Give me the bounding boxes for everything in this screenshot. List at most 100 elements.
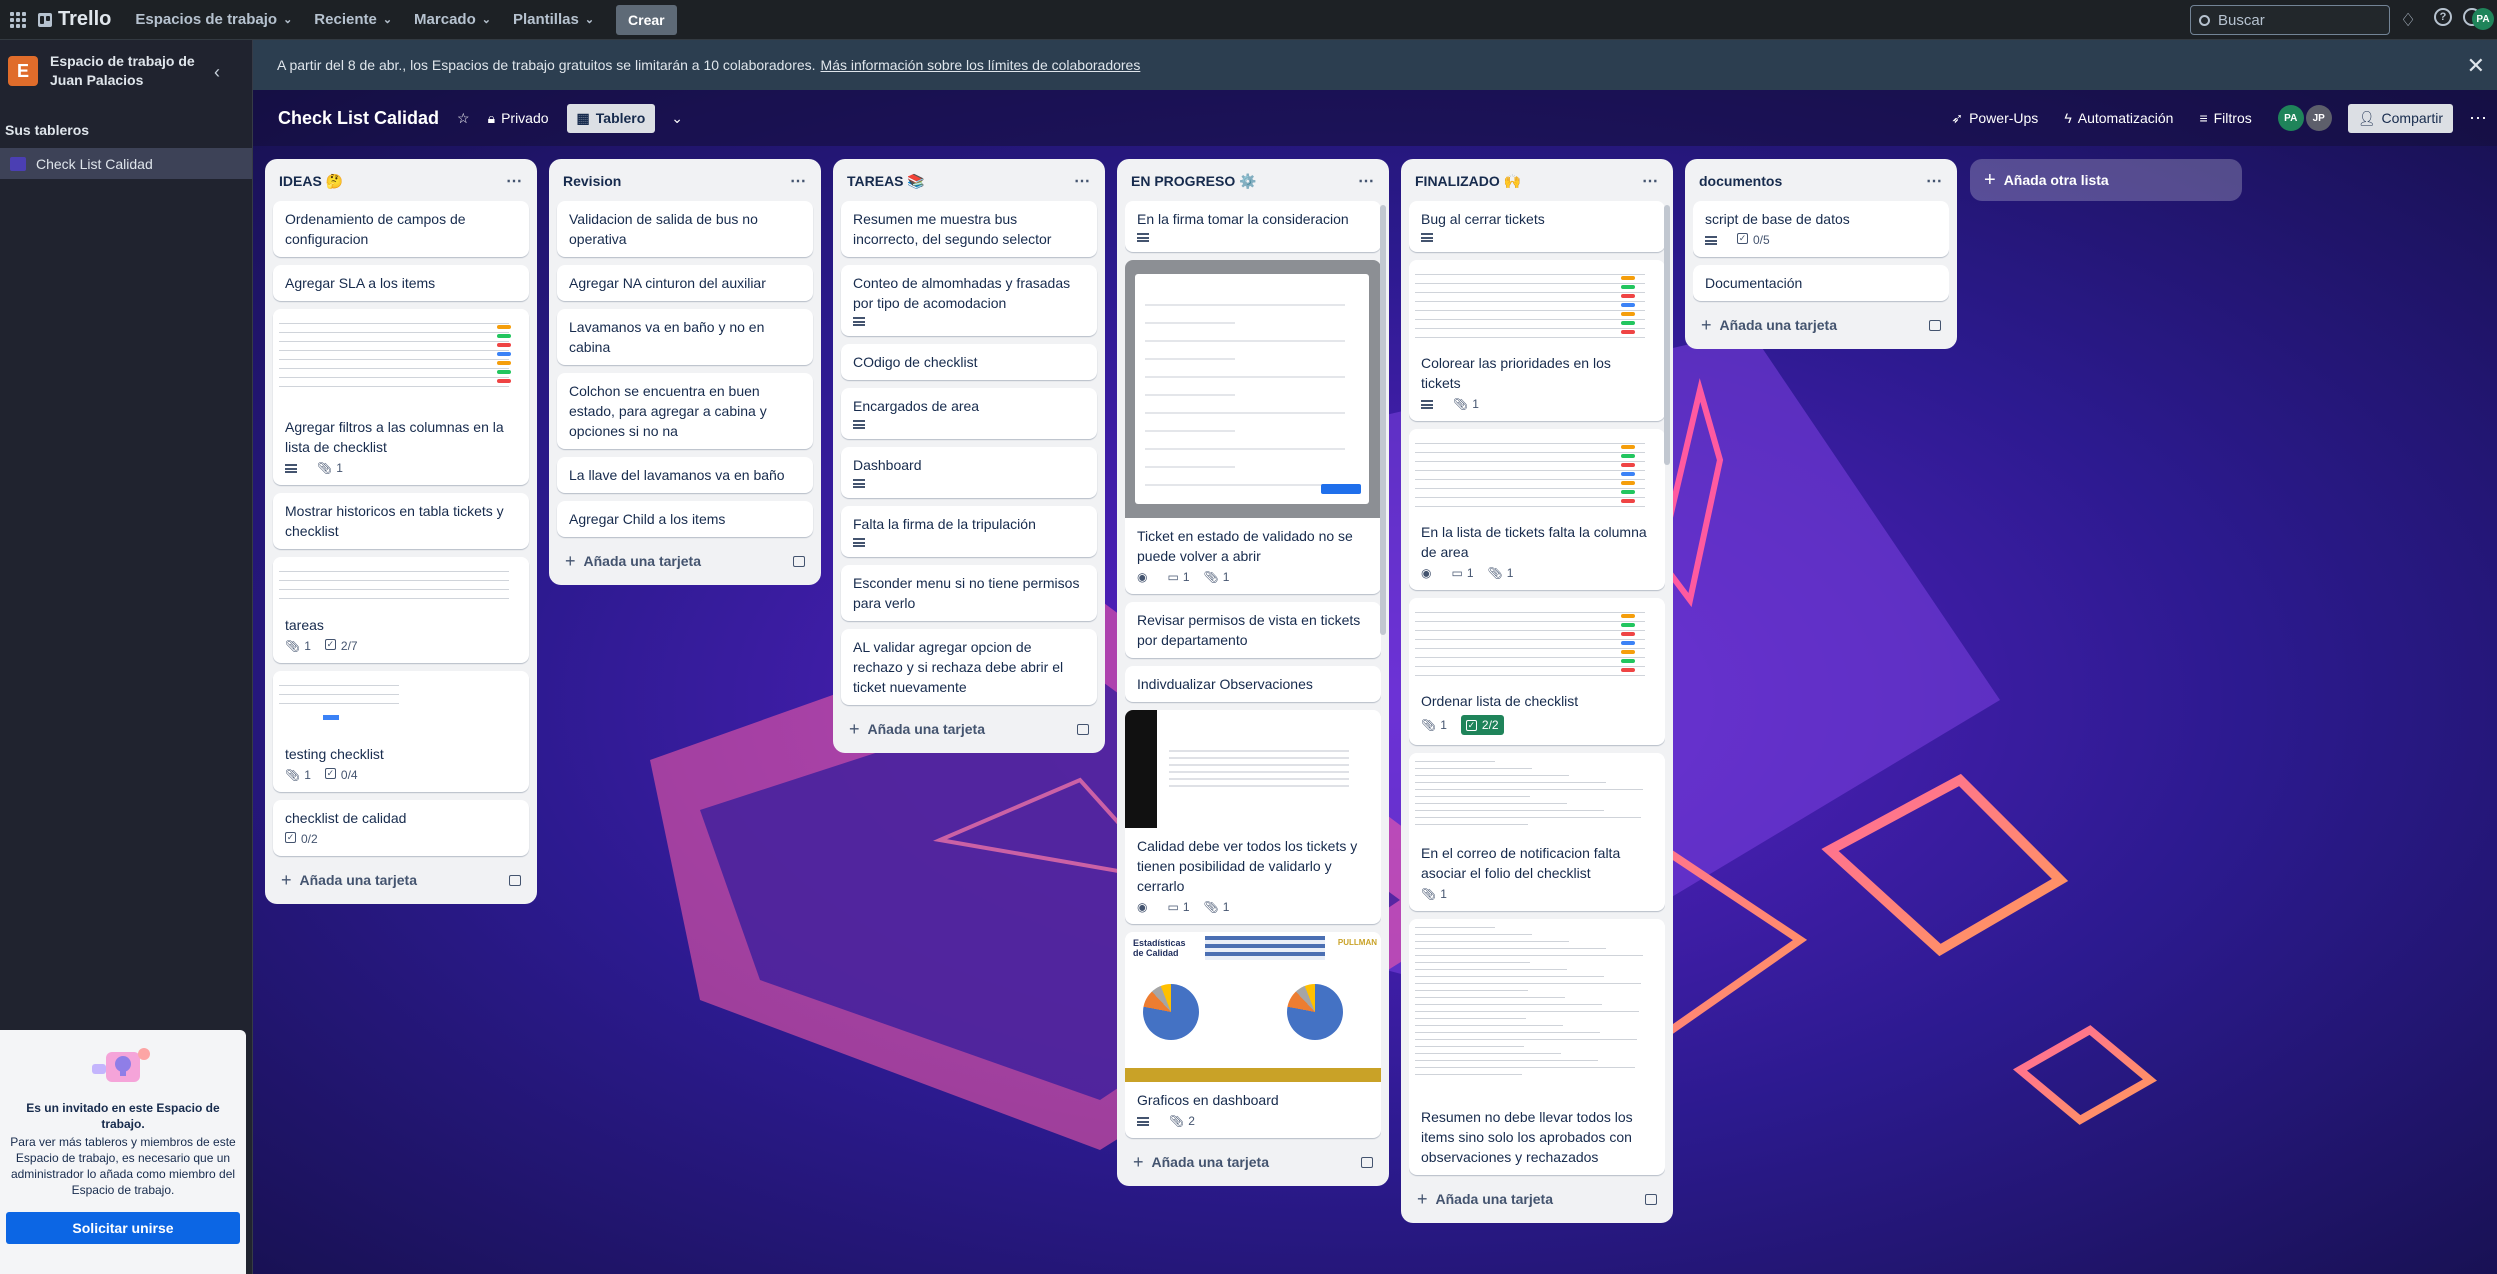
power-ups-button[interactable]: ➶ Power-Ups [1951,110,2038,127]
list-menu-icon[interactable]: ⋯ [1358,171,1375,191]
share-button[interactable]: 👤︎ Compartir [2347,103,2453,133]
card[interactable]: Encargados de area [841,388,1097,439]
card[interactable]: En la lista de tickets falta la columna … [1409,429,1665,590]
star-icon[interactable]: ☆ [457,110,470,127]
visibility-button[interactable]: 🔒︎ Privado [488,110,549,127]
nav-starred[interactable]: Marcado ⌄ [414,11,491,28]
watching-badge: ◉ [1421,566,1437,580]
card[interactable]: checklist de calidad ✓ 0/2 [273,800,529,856]
notifications-icon[interactable]: ♢ [2400,10,2416,31]
cover-preview [1409,260,1665,345]
list-menu-icon[interactable]: ⋯ [506,171,523,191]
view-tab-board[interactable]: ▦ Tablero [566,103,656,133]
card[interactable]: Falta la firma de la tripulación [841,506,1097,557]
card[interactable]: Agregar NA cinturon del auxiliar [557,265,813,301]
list-title[interactable]: EN PROGRESO ⚙️ [1131,173,1257,190]
card[interactable]: Esconder menu si no tiene permisos para … [841,565,1097,621]
add-card-button[interactable]: + Añada una tarjeta [1125,1146,1381,1178]
card[interactable]: AL validar agregar opcion de rechazo y s… [841,629,1097,705]
card-template-icon[interactable] [1077,723,1089,735]
card[interactable]: Agregar filtros a las columnas en la lis… [273,309,529,485]
create-button[interactable]: Crear [616,4,677,35]
sidebar-item-board[interactable]: Check List Calidad [0,148,252,179]
top-navigation-bar: Trello Espacios de trabajo ⌄ Reciente ⌄ Ma… [0,0,2497,40]
card[interactable]: script de base de datos ✓ 0/5 [1693,201,1949,257]
card-title: Resumen me muestra bus incorrecto, del s… [853,211,1052,247]
search-input[interactable]: Buscar [2190,5,2390,35]
doc-line [1415,1011,1639,1012]
automation-button[interactable]: ϟ Automatización [2064,110,2173,126]
nav-recent[interactable]: Reciente ⌄ [314,11,392,28]
board-title[interactable]: Check List Calidad [278,108,439,129]
status-pill-preview [497,343,511,347]
card[interactable]: Colchon se encuentra en buen estado, par… [557,373,813,449]
card[interactable]: Agregar SLA a los items [273,265,529,301]
card[interactable]: Ticket en estado de validado no se puede… [1125,260,1381,594]
card-template-icon[interactable] [1929,319,1941,331]
card[interactable]: COdigo de checklist [841,344,1097,380]
list-title[interactable]: TAREAS 📚 [847,173,925,190]
help-icon[interactable]: ? [2434,8,2452,26]
list-menu-icon[interactable]: ⋯ [1642,171,1659,191]
card-template-icon[interactable] [1361,1156,1373,1168]
chevron-down-icon[interactable]: ⌄ [671,110,683,127]
trello-logo[interactable]: Trello [38,8,111,31]
close-icon[interactable]: ✕ [2467,53,2485,79]
attachment-icon: 📎︎ [1453,397,1469,411]
list-title[interactable]: IDEAS 🤔 [279,173,343,190]
list-menu-icon[interactable]: ⋯ [790,171,807,191]
card[interactable]: Resumen me muestra bus incorrecto, del s… [841,201,1097,257]
card[interactable]: La llave del lavamanos va en baño [557,457,813,493]
list-scrollbar[interactable] [1380,205,1386,635]
request-join-button[interactable]: Solicitar unirse [6,1212,240,1244]
table-row-line [279,359,509,360]
add-card-button[interactable]: + Añada una tarjeta [273,864,529,896]
add-card-button[interactable]: + Añada una tarjeta [841,713,1097,745]
card-template-icon[interactable] [509,874,521,886]
list-title[interactable]: documentos [1699,173,1782,189]
list-title[interactable]: Revision [563,173,621,189]
app-switcher-icon[interactable] [10,11,26,28]
nav-workspaces[interactable]: Espacios de trabajo ⌄ [135,11,292,28]
card[interactable]: Documentación [1693,265,1949,301]
card[interactable]: Validacion de salida de bus no operativa [557,201,813,257]
card-template-icon[interactable] [1645,1193,1657,1205]
list-menu-icon[interactable]: ⋯ [1074,171,1091,191]
card-cover-image [1409,919,1665,1099]
card[interactable]: En la firma tomar la consideracion [1125,201,1381,252]
member-avatar[interactable]: PA [2277,105,2304,131]
card[interactable]: Indivdualizar Observaciones [1125,666,1381,702]
nav-templates[interactable]: Plantillas ⌄ [513,11,594,28]
card[interactable]: Conteo de almomhadas y frasadas por tipo… [841,265,1097,336]
card[interactable]: Estadísticas de Calidad PULLMAN Graficos e… [1125,932,1381,1138]
add-card-button[interactable]: + Añada una tarjeta [557,545,813,577]
user-avatar[interactable]: PA [2472,8,2494,30]
list-menu-icon[interactable]: ⋯ [1926,171,1943,191]
card[interactable]: tareas 📎︎ 1 ✓ 2/7 [273,557,529,663]
card[interactable]: Ordenar lista de checklist 📎︎ 1 ✓ 2/2 [1409,598,1665,745]
card-template-icon[interactable] [793,555,805,567]
card[interactable]: Resumen no debe llevar todos los items s… [1409,919,1665,1175]
card[interactable]: testing checklist 📎︎ 1 ✓ 0/4 [273,671,529,792]
add-list-button[interactable]: + Añada otra lista [1970,159,2242,201]
add-card-button[interactable]: + Añada una tarjeta [1693,309,1949,341]
member-avatar[interactable]: JP [2305,105,2332,131]
add-card-button[interactable]: + Añada una tarjeta [1409,1183,1665,1215]
collapse-sidebar-icon[interactable]: ‹ [214,62,220,83]
card[interactable]: Revisar permisos de vista en tickets por… [1125,602,1381,658]
banner-link[interactable]: Más información sobre los límites de col… [821,57,1141,73]
card[interactable]: Ordenamiento de campos de configuracion [273,201,529,257]
card[interactable]: Dashboard [841,447,1097,498]
list-title[interactable]: FINALIZADO 🙌 [1415,173,1521,190]
card-badges: ✓ 0/2 [273,832,529,856]
card[interactable]: Agregar Child a los items [557,501,813,537]
list-scrollbar[interactable] [1664,205,1670,465]
card[interactable]: Mostrar historicos en tabla tickets y ch… [273,493,529,549]
card[interactable]: Bug al cerrar tickets [1409,201,1665,252]
card[interactable]: Calidad debe ver todos los tickets y tie… [1125,710,1381,924]
card[interactable]: Lavamanos va en baño y no en cabina [557,309,813,365]
filters-button[interactable]: ≡ Filtros [2199,110,2251,126]
more-menu-icon[interactable]: ⋯ [2469,108,2487,129]
card[interactable]: En el correo de notificacion falta asoci… [1409,753,1665,911]
card[interactable]: Colorear las prioridades en los tickets 📎… [1409,260,1665,421]
